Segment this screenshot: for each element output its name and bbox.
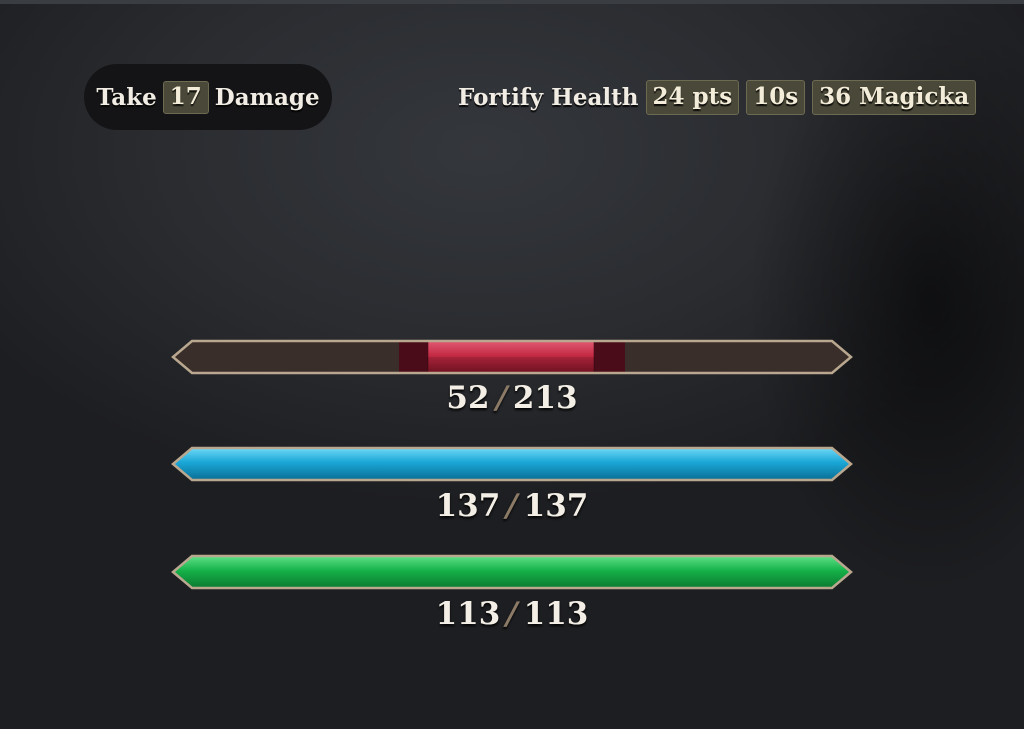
damage-suffix: Damage [214,83,320,111]
stamina-bar [170,554,854,590]
health-current: 52 [446,380,490,416]
damage-amount-chip: 17 [162,80,209,114]
damage-prefix: Take [96,83,157,111]
health-bar [170,339,854,375]
magicka-value: 137/137 [170,488,854,524]
effect-magnitude-chip: 24 pts [645,79,740,115]
effect-cost-chip: 36 Magicka [812,79,977,115]
take-damage-button[interactable]: Take 17 Damage [84,64,332,130]
health-max: 213 [512,380,578,416]
stamina-current: 113 [435,596,501,632]
health-separator: / [491,380,511,416]
health-value: 52/213 [170,380,854,416]
stamina-separator: / [502,596,522,632]
magicka-current: 137 [435,488,501,524]
magicka-bar [170,446,854,482]
top-edge [0,0,1024,4]
magicka-max: 137 [523,488,589,524]
magicka-separator: / [502,488,522,524]
effect-name: Fortify Health [458,83,639,111]
stamina-value: 113/113 [170,596,854,632]
active-effect: Fortify Health 24 pts 10s 36 Magicka [458,79,977,115]
stamina-max: 113 [523,596,589,632]
effect-duration-chip: 10s [746,79,806,115]
